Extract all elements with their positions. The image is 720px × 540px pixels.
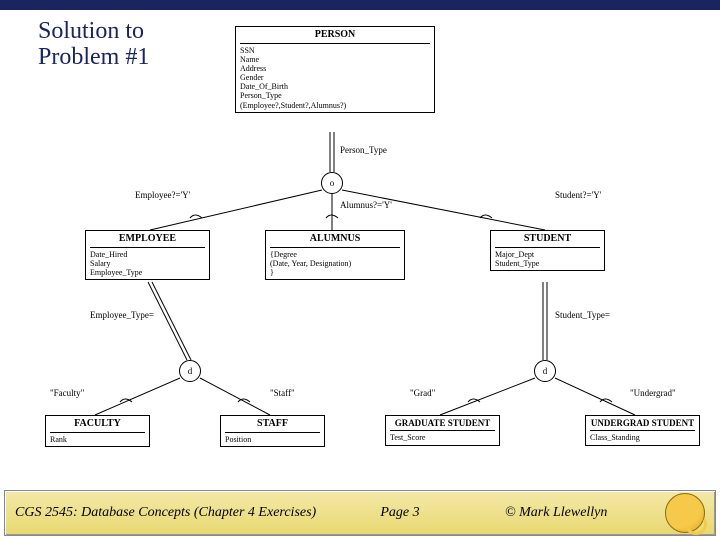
entity-employee: EMPLOYEE Date_Hired Salary Employee_Type: [85, 230, 210, 280]
ucf-logo-icon: [665, 493, 705, 533]
predicate-staff: "Staff": [270, 388, 295, 398]
entity-student-attrs: Major_Dept Student_Type: [495, 250, 600, 268]
entity-student: STUDENT Major_Dept Student_Type: [490, 230, 605, 271]
entity-staff: STAFF Position: [220, 415, 325, 447]
entity-faculty-name: FACULTY: [50, 418, 145, 433]
entity-undergrad: UNDERGRAD STUDENT Class_Standing: [585, 415, 700, 446]
spec-circle-student: d: [534, 360, 556, 382]
entity-faculty: FACULTY Rank: [45, 415, 150, 447]
entity-person-name: PERSON: [240, 29, 430, 44]
top-color-band: [0, 0, 720, 10]
entity-undergrad-name: UNDERGRAD STUDENT: [590, 418, 695, 431]
footer-course: CGS 2545: Database Concepts (Chapter 4 E…: [15, 505, 335, 521]
entity-grad-attrs: Test_Score: [390, 433, 495, 442]
entity-employee-attrs: Date_Hired Salary Employee_Type: [90, 250, 205, 278]
entity-staff-attrs: Position: [225, 435, 320, 444]
predicate-grad: "Grad": [410, 388, 435, 398]
spec-circle-employee-label: d: [188, 366, 193, 376]
er-diagram: PERSON SSN Name Address Gender Date_Of_B…: [40, 20, 710, 480]
footer-author: © Mark Llewellyn: [465, 505, 665, 521]
entity-alumnus-attrs: {Degree (Date, Year, Designation) }: [270, 250, 400, 278]
predicate-student-y: Student?='Y': [555, 190, 601, 200]
predicate-student-type: Student_Type=: [555, 310, 610, 320]
entity-staff-name: STAFF: [225, 418, 320, 433]
footer-bar: CGS 2545: Database Concepts (Chapter 4 E…: [4, 490, 716, 536]
entity-student-name: STUDENT: [495, 233, 600, 248]
entity-person-attrs: SSN Name Address Gender Date_Of_Birth Pe…: [240, 46, 430, 110]
predicate-person-type: Person_Type: [340, 145, 387, 155]
entity-employee-name: EMPLOYEE: [90, 233, 205, 248]
predicate-faculty: "Faculty": [50, 388, 84, 398]
predicate-employee-type: Employee_Type=: [90, 310, 154, 320]
spec-circle-person-label: o: [330, 178, 335, 188]
spec-circle-employee: d: [179, 360, 201, 382]
entity-grad-name: GRADUATE STUDENT: [390, 418, 495, 431]
spec-circle-student-label: d: [543, 366, 548, 376]
predicate-alumnus-y: Alumnus?='Y': [340, 200, 392, 210]
spec-circle-person: o: [321, 172, 343, 194]
entity-alumnus: ALUMNUS {Degree (Date, Year, Designation…: [265, 230, 405, 280]
entity-grad: GRADUATE STUDENT Test_Score: [385, 415, 500, 446]
predicate-undergrad: "Undergrad": [630, 388, 676, 398]
predicate-employee-y: Employee?='Y': [135, 190, 190, 200]
footer-page: Page 3: [335, 505, 465, 521]
entity-undergrad-attrs: Class_Standing: [590, 433, 695, 442]
entity-alumnus-name: ALUMNUS: [270, 233, 400, 248]
entity-faculty-attrs: Rank: [50, 435, 145, 444]
entity-person: PERSON SSN Name Address Gender Date_Of_B…: [235, 26, 435, 113]
